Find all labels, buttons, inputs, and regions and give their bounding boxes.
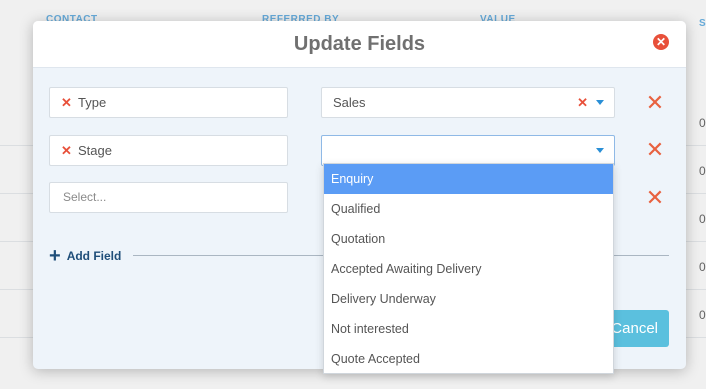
dropdown-option-enquiry[interactable]: Enquiry: [324, 164, 613, 194]
dropdown-option-qualified[interactable]: Qualified: [324, 194, 613, 224]
value-select-type[interactable]: Sales ✕: [321, 87, 615, 118]
add-field-label: Add Field: [66, 249, 122, 263]
remove-chip-icon[interactable]: ✕: [61, 136, 72, 165]
modal-header: Update Fields ✕: [33, 21, 686, 68]
chevron-down-icon[interactable]: [596, 100, 604, 105]
dropdown-option-quotation[interactable]: Quotation: [324, 224, 613, 254]
add-field-button[interactable]: + Add Field: [49, 245, 122, 267]
field-select-type[interactable]: ✕ Type: [49, 87, 288, 118]
remove-row-button[interactable]: ✕: [645, 92, 665, 114]
value-select-stage[interactable]: [321, 135, 615, 166]
dropdown-option-quote-accepted[interactable]: Quote Accepted: [324, 344, 613, 374]
field-name-label: Type: [78, 95, 107, 110]
field-placeholder: Select...: [63, 190, 107, 204]
remove-chip-icon[interactable]: ✕: [61, 88, 72, 117]
remove-row-button[interactable]: ✕: [645, 139, 665, 161]
stage-options-dropdown: Enquiry Qualified Quotation Accepted Awa…: [323, 163, 614, 374]
close-circle-icon[interactable]: ✕: [653, 34, 669, 50]
modal-title: Update Fields: [293, 33, 426, 55]
chevron-down-icon[interactable]: [596, 148, 604, 153]
dropdown-option-not-interested[interactable]: Not interested: [324, 314, 613, 344]
dropdown-option-delivery-underway[interactable]: Delivery Underway: [324, 284, 613, 314]
field-select-empty[interactable]: Select...: [49, 182, 288, 213]
value-label: Sales: [333, 95, 366, 110]
field-select-stage[interactable]: ✕ Stage: [49, 135, 288, 166]
field-name-label: Stage: [78, 143, 112, 158]
plus-icon: +: [49, 245, 61, 267]
clear-value-icon[interactable]: ✕: [577, 88, 588, 117]
dropdown-option-accepted-awaiting-delivery[interactable]: Accepted Awaiting Delivery: [324, 254, 613, 284]
remove-row-button[interactable]: ✕: [645, 187, 665, 209]
